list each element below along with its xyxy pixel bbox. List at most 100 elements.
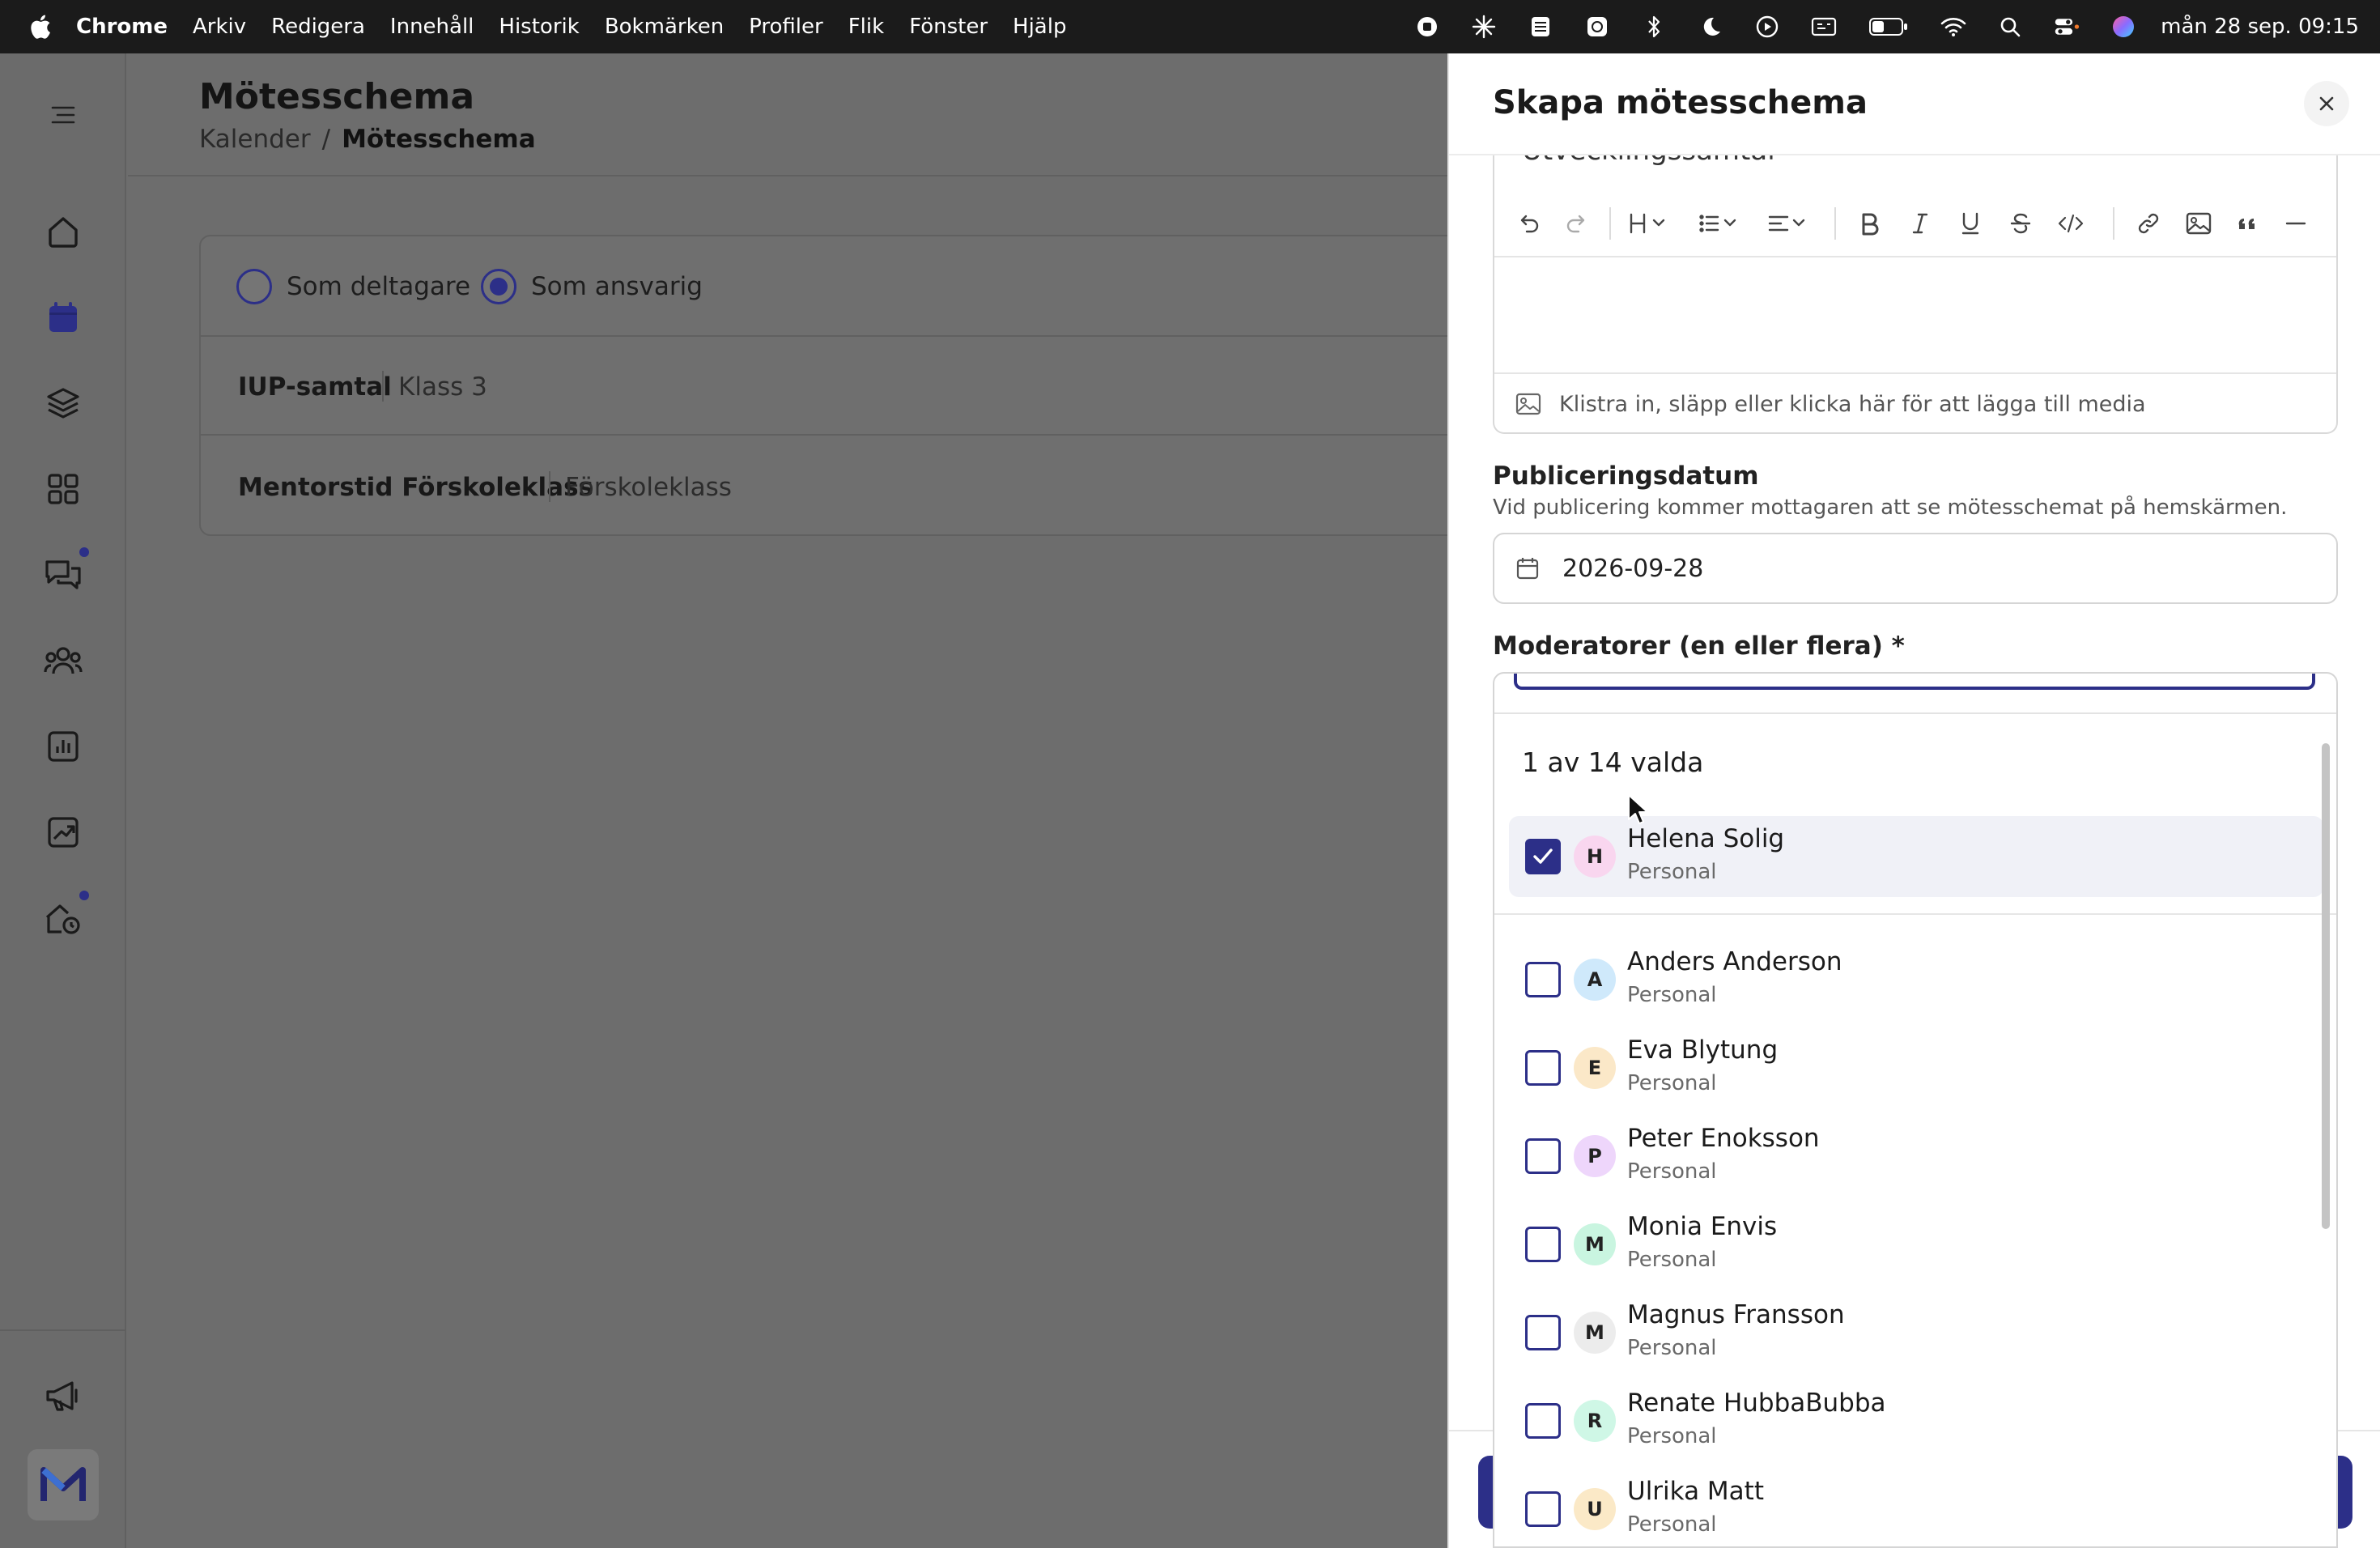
asterisk-icon[interactable] [1471,14,1497,40]
radio-responsible-label[interactable]: Som ansvarig [531,272,703,301]
avatar: A [1574,959,1616,1001]
publish-date-field[interactable]: 2026-09-28 [1493,533,2338,604]
strikethrough-icon[interactable] [2004,207,2037,240]
bold-icon[interactable] [1854,207,1886,240]
radio-responsible[interactable] [481,269,516,304]
image-icon[interactable] [2182,207,2215,240]
layers-icon[interactable] [40,381,86,426]
record-icon[interactable] [1414,14,1440,40]
calendar-icon[interactable] [40,295,86,340]
chart-icon[interactable] [40,724,86,769]
checkbox[interactable] [1525,1403,1561,1439]
search-icon[interactable] [1997,14,2023,40]
house-settings-icon[interactable] [40,895,86,941]
checkbox[interactable] [1525,1315,1561,1350]
option-row[interactable]: M Magnus Fransson Personal [1494,1294,2312,1375]
check-icon [1533,848,1553,864]
schedule-list-card: Som deltagare Som ansvarig IUP-samtal Kl… [199,235,1462,536]
schedule-name: Mentorstid Förskoleklass [238,473,593,502]
app-background: Mötesschema Kalender / Mötesschema Som del… [0,53,1462,1548]
option-name: Eva Blytung [1627,1036,1779,1065]
bluetooth-icon[interactable] [1641,14,1667,40]
schedule-name: IUP-samtal [238,372,392,402]
option-name: Helena Solig [1627,824,1785,853]
editor-toolbar [1494,155,2336,257]
checkbox-checked[interactable] [1525,839,1561,874]
menu-historik[interactable]: Historik [499,15,579,39]
megaphone-icon[interactable] [40,1373,86,1418]
brand-logo[interactable] [28,1449,99,1520]
menu-redigera[interactable]: Redigera [271,15,365,39]
stack-icon[interactable] [1528,14,1553,40]
menu-profiler[interactable]: Profiler [749,15,823,39]
toolbar-separator [1609,207,1611,240]
underline-icon[interactable] [1954,207,1987,240]
breadcrumb-parent[interactable]: Kalender [199,125,311,154]
radio-participant[interactable] [236,269,272,304]
menu-fonster[interactable]: Fönster [909,15,988,39]
option-row[interactable]: U Ulrika Matt Personal [1494,1470,2312,1546]
drawer-header: Skapa mötesschema [1449,53,2380,155]
menu-icon[interactable] [40,92,86,138]
control-center-icon[interactable] [2054,14,2080,40]
home-icon[interactable] [40,209,86,254]
option-role: Personal [1627,1159,1717,1184]
menu-app-name[interactable]: Chrome [76,15,168,39]
menu-flik[interactable]: Flik [848,15,884,39]
list-dropdown-icon[interactable] [1697,207,1745,240]
people-icon[interactable] [40,638,86,683]
checkbox[interactable] [1525,1138,1561,1174]
moon-icon[interactable] [1698,14,1723,40]
option-role: Personal [1627,1248,1717,1272]
checkbox[interactable] [1525,1050,1561,1086]
play-icon[interactable] [1754,14,1780,40]
wifi-icon[interactable] [1940,14,1966,40]
menu-innehall[interactable]: Innehåll [390,15,474,39]
radio-participant-label[interactable]: Som deltagare [287,272,470,301]
horizontal-rule-icon[interactable] [2280,207,2312,240]
dropdown-scrollbar[interactable] [2322,743,2330,1229]
checkbox[interactable] [1525,1227,1561,1262]
avatar: H [1574,836,1616,878]
schedule-row[interactable]: Mentorstid Förskoleklass Förskoleklass [201,437,1460,536]
search-focus-ring [1514,674,2315,690]
align-dropdown-icon[interactable] [1766,207,1815,240]
checkbox[interactable] [1525,1491,1561,1527]
role-filter: Som deltagare Som ansvarig [201,236,1460,337]
option-row[interactable]: M Monia Envis Personal [1494,1206,2312,1286]
apps-icon[interactable] [40,466,86,512]
apple-logo-icon[interactable] [28,13,52,40]
quote-icon[interactable] [2231,207,2263,240]
schedule-separator [549,471,550,502]
media-dropzone[interactable]: Klistra in, släpp eller klicka här för a… [1494,376,2336,432]
option-row[interactable]: A Anders Anderson Personal [1494,941,2312,1022]
publish-date-value: 2026-09-28 [1562,554,1704,583]
selected-option-row[interactable]: H Helena Solig Personal [1494,816,2312,897]
menu-bokmarken[interactable]: Bokmärken [605,15,724,39]
siri-icon[interactable] [2110,14,2136,40]
chat-icon[interactable] [40,552,86,598]
code-icon[interactable] [2053,207,2089,240]
checkbox[interactable] [1525,962,1561,997]
italic-icon[interactable] [1904,207,1936,240]
app-icon[interactable] [1584,14,1610,40]
menu-clock[interactable]: mån 28 sep. 09:15 [2161,15,2359,39]
moderators-search[interactable] [1494,674,2336,714]
menu-hjalp[interactable]: Hjälp [1013,15,1066,39]
redo-icon[interactable] [1561,207,1593,240]
option-row[interactable]: P Peter Enoksson Personal [1494,1117,2312,1198]
menu-arkiv[interactable]: Arkiv [193,15,246,39]
battery-icon[interactable] [1868,14,1910,40]
close-button[interactable] [2304,81,2349,126]
undo-icon[interactable] [1512,207,1545,240]
option-row[interactable]: R Renate HubbaBubba Personal [1494,1382,2312,1463]
schedule-row[interactable]: IUP-samtal Klass 3 [201,337,1460,436]
link-icon[interactable] [2132,207,2165,240]
trend-icon[interactable] [40,810,86,855]
moderators-dropdown: 1 av 14 valda H Helena Solig Personal A … [1493,672,2338,1548]
display-icon[interactable] [1811,14,1837,40]
heading-dropdown-icon[interactable] [1627,207,1676,240]
editor-content[interactable] [1494,257,2336,374]
option-row[interactable]: E Eva Blytung Personal [1494,1029,2312,1110]
avatar: M [1574,1223,1616,1265]
